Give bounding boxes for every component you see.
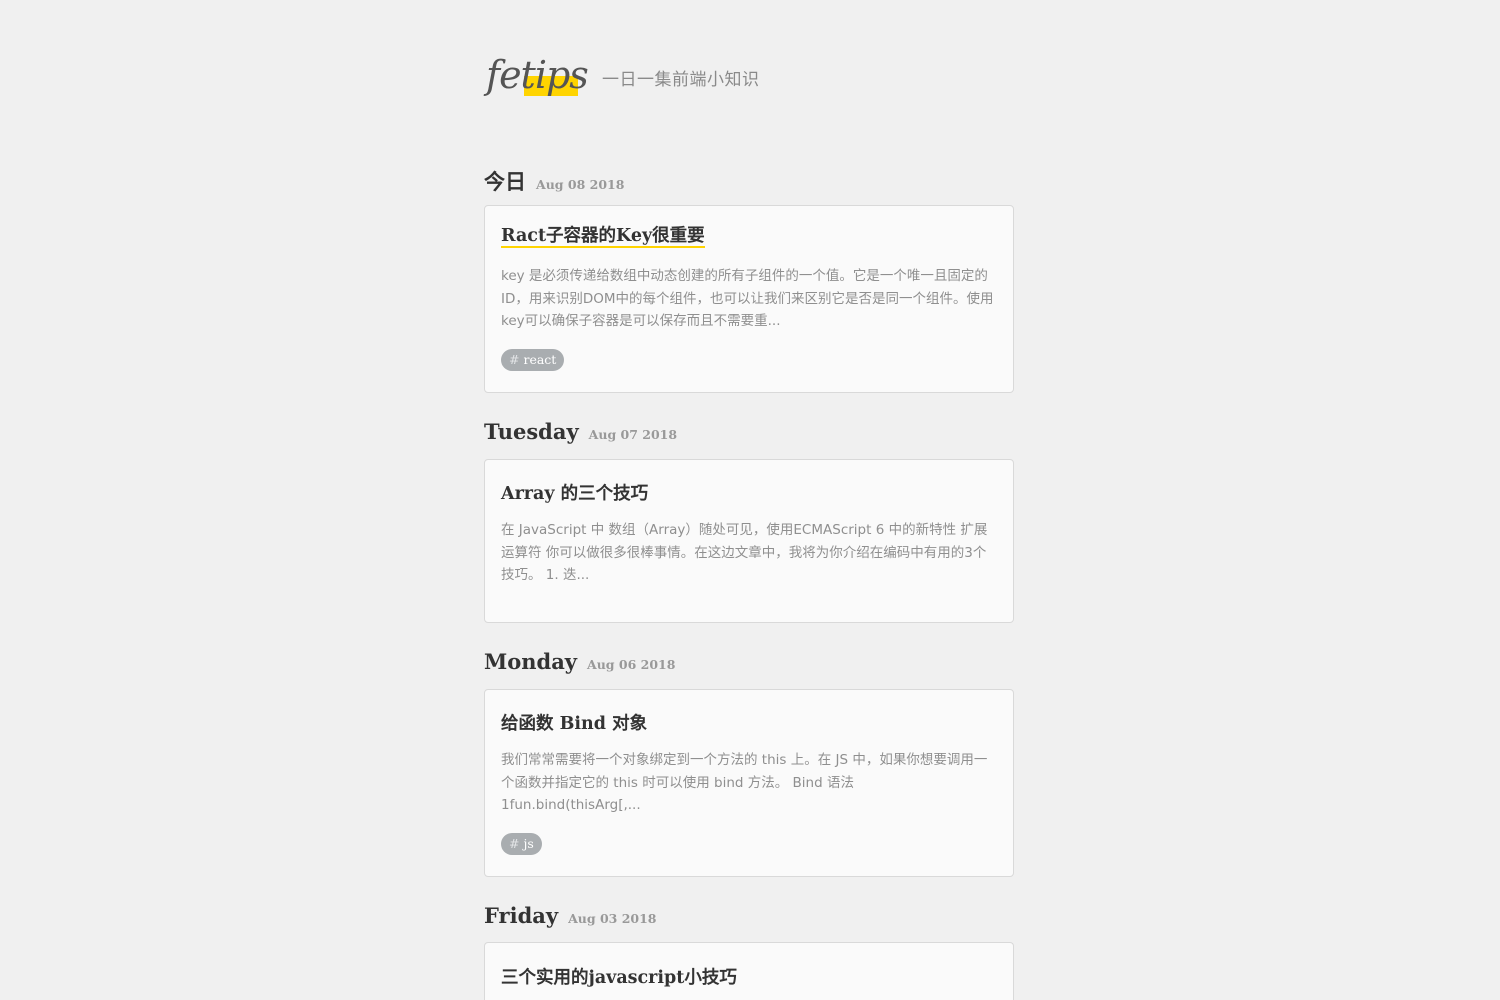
- day-date: Aug 06 2018: [587, 657, 676, 672]
- post-card[interactable]: 三个实用的javascript小技巧: [484, 942, 1014, 1000]
- day-name: 今日: [484, 169, 526, 194]
- day-heading: Monday Aug 06 2018: [484, 649, 675, 674]
- tag-badge[interactable]: # react: [501, 349, 565, 371]
- post-card[interactable]: Ract子容器的Key很重要 key 是必须传递给数组中动态创建的所有子组件的一…: [484, 205, 1014, 393]
- day-name: Tuesday: [484, 419, 579, 444]
- post-title[interactable]: 给函数 Bind 对象: [501, 710, 647, 735]
- post-card[interactable]: 给函数 Bind 对象 我们常常需要将一个对象绑定到一个方法的 this 上。在…: [484, 689, 1014, 877]
- site-logo[interactable]: fetips: [486, 52, 589, 98]
- day-date: Aug 08 2018: [536, 177, 625, 192]
- tag-hash: #: [509, 836, 520, 851]
- site-header: fetips 一日一集前端小知识: [486, 52, 1018, 102]
- day-heading: Tuesday Aug 07 2018: [484, 419, 677, 444]
- post-excerpt: key 是必须传递给数组中动态创建的所有子组件的一个值。它是一个唯一且固定的ID…: [501, 268, 994, 329]
- logo-text[interactable]: fetips: [486, 53, 589, 97]
- post-excerpt: 我们常常需要将一个对象绑定到一个方法的 this 上。在 JS 中，如果你想要调…: [501, 752, 988, 813]
- day-date: Aug 07 2018: [588, 427, 678, 442]
- day-name: Monday: [484, 649, 578, 674]
- post-card[interactable]: Array 的三个技巧 在 JavaScript 中 数组（Array）随处可见…: [484, 459, 1014, 623]
- tag-label: js: [523, 836, 534, 851]
- tag-hash: #: [509, 352, 520, 367]
- day-heading: Friday Aug 03 2018: [484, 903, 657, 928]
- post-title[interactable]: Array 的三个技巧: [501, 480, 648, 505]
- site-tagline: 一日一集前端小知识: [602, 70, 760, 90]
- post-title[interactable]: 三个实用的javascript小技巧: [501, 964, 737, 989]
- tag-badge[interactable]: # js: [501, 833, 542, 855]
- day-heading: 今日 Aug 08 2018: [484, 166, 624, 196]
- day-date: Aug 03 2018: [568, 911, 657, 926]
- day-name: Friday: [484, 903, 559, 928]
- tag-label: react: [523, 352, 557, 367]
- post-excerpt: 在 JavaScript 中 数组（Array）随处可见，使用ECMAScrip…: [501, 522, 988, 583]
- post-title[interactable]: Ract子容器的Key很重要: [501, 226, 705, 248]
